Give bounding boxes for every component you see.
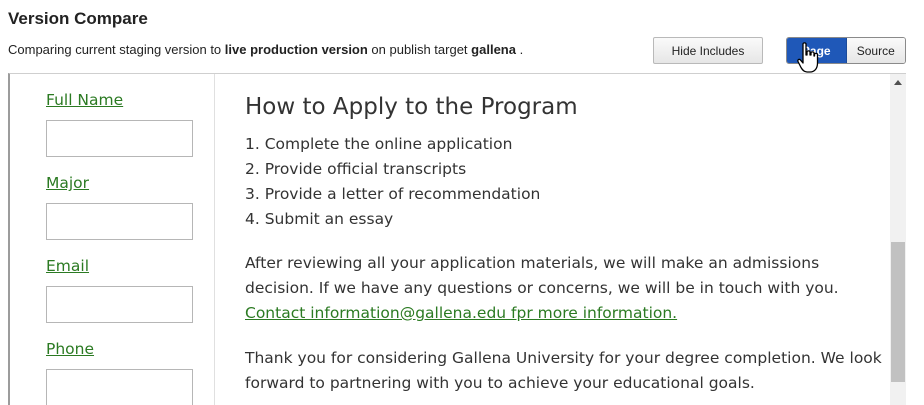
- major-input[interactable]: [46, 203, 193, 240]
- subtitle-text-2: on publish target: [367, 42, 472, 57]
- content-heading: How to Apply to the Program: [245, 94, 578, 120]
- subtitle-publish-target: gallena: [471, 42, 516, 57]
- admissions-paragraph: After reviewing all your application mat…: [245, 251, 885, 326]
- major-label[interactable]: Major: [46, 174, 89, 192]
- subtitle-text-1: Comparing current staging version to: [8, 42, 225, 57]
- admissions-text: After reviewing all your application mat…: [245, 254, 839, 297]
- hand-pointer-icon: [797, 42, 819, 73]
- vertical-scrollbar[interactable]: [890, 74, 906, 405]
- subtitle-live-version: live production version: [224, 42, 368, 57]
- page-title: Version Compare: [8, 9, 148, 28]
- email-label[interactable]: Email: [46, 257, 89, 275]
- email-input[interactable]: [46, 286, 193, 323]
- application-form: Full Name Major Email Phone: [10, 74, 215, 405]
- phone-label[interactable]: Phone: [46, 340, 94, 358]
- list-item: 4. Submit an essay: [245, 210, 394, 228]
- chevron-up-icon[interactable]: [894, 80, 902, 85]
- contact-link[interactable]: Contact information@gallena.edu fpr more…: [245, 304, 677, 322]
- source-view-button[interactable]: Source: [846, 38, 905, 63]
- list-item: 2. Provide official transcripts: [245, 160, 467, 178]
- list-item: 3. Provide a letter of recommendation: [245, 185, 541, 203]
- full-name-input[interactable]: [46, 120, 193, 157]
- compare-description: Comparing current staging version to liv…: [8, 42, 523, 57]
- subtitle-text-3: .: [515, 42, 524, 57]
- list-item: 1. Complete the online application: [245, 135, 513, 153]
- application-steps: 1. Complete the online application 2. Pr…: [245, 132, 540, 232]
- full-name-label[interactable]: Full Name: [46, 91, 123, 109]
- hide-includes-button[interactable]: Hide Includes: [653, 37, 763, 64]
- page-preview-frame: Full Name Major Email Phone How to Apply…: [8, 73, 906, 405]
- thank-you-paragraph: Thank you for considering Gallena Univer…: [245, 349, 882, 392]
- phone-input[interactable]: [46, 369, 193, 405]
- scrollbar-thumb[interactable]: [891, 242, 905, 382]
